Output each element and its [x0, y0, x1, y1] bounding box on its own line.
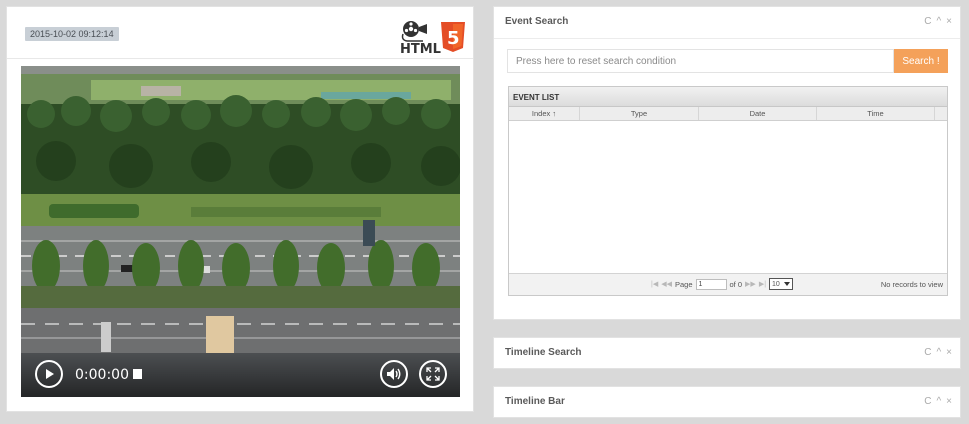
records-status: No records to view: [880, 280, 943, 289]
column-header-type[interactable]: Type: [580, 107, 699, 120]
close-icon[interactable]: ×: [946, 396, 952, 408]
grid-pager: |◀ ◀◀ Page of 0 ▶▶ ▶| 10 No records to v…: [509, 273, 947, 295]
column-header-time[interactable]: Time: [817, 107, 935, 120]
html5-logo-text: HTML: [400, 42, 441, 56]
fullscreen-button[interactable]: [419, 360, 447, 388]
page-label: Page: [674, 279, 693, 289]
volume-icon: [387, 368, 401, 380]
close-icon[interactable]: ×: [946, 347, 952, 359]
grid-body: [509, 121, 947, 271]
grid-header: Index ↑ Type Date Time: [509, 107, 947, 121]
event-search-panel: Event Search C ^ × Search ! EVENT LIST I…: [493, 6, 961, 320]
collapse-icon[interactable]: ^: [936, 396, 941, 408]
pager-nav: |◀ ◀◀ Page of 0 ▶▶ ▶| 10: [651, 278, 794, 290]
panel-tools: C ^ ×: [924, 396, 952, 408]
fullscreen-icon: [426, 367, 440, 381]
grid-caption: EVENT LIST: [509, 87, 947, 107]
refresh-icon[interactable]: C: [924, 396, 931, 408]
chevron-down-icon: [784, 282, 791, 286]
panel-title: Timeline Search: [505, 347, 582, 358]
seek-thumb[interactable]: [133, 369, 142, 379]
film-reel-icon: [401, 21, 427, 42]
column-header-spacer: [935, 107, 947, 120]
refresh-icon[interactable]: C: [924, 347, 931, 359]
play-button[interactable]: [35, 360, 63, 388]
video-viewport[interactable]: 0:00:00: [21, 66, 460, 397]
panel-header[interactable]: Timeline Search C ^ ×: [494, 338, 960, 370]
event-list-grid: EVENT LIST Index ↑ Type Date Time |◀ ◀◀ …: [508, 86, 948, 296]
panel-title: Timeline Bar: [505, 396, 565, 407]
camera-scene: [21, 66, 460, 397]
column-header-index[interactable]: Index ↑: [509, 107, 580, 120]
panel-divider: [7, 58, 473, 59]
collapse-icon[interactable]: ^: [936, 347, 941, 359]
panel-title: Event Search: [505, 16, 569, 27]
current-time: 0:00:00: [75, 367, 129, 383]
search-row: Search !: [507, 49, 948, 73]
video-player-panel: 2015-10-02 09:12:14 HTML 5 0:00:00: [6, 6, 474, 412]
timeline-search-panel: Timeline Search C ^ ×: [493, 337, 961, 369]
refresh-icon[interactable]: C: [924, 16, 931, 28]
collapse-icon[interactable]: ^: [936, 16, 941, 28]
page-size-select[interactable]: 10: [769, 278, 794, 290]
html5-logo-badge: 5: [447, 28, 460, 49]
next-page-icon[interactable]: ▶▶: [745, 280, 756, 288]
search-button[interactable]: Search !: [894, 49, 948, 73]
search-input[interactable]: [507, 49, 894, 73]
play-icon: [46, 369, 54, 379]
volume-button[interactable]: [380, 360, 408, 388]
seek-slider[interactable]: [133, 369, 363, 379]
first-page-icon[interactable]: |◀: [651, 280, 658, 288]
column-header-date[interactable]: Date: [699, 107, 817, 120]
last-page-icon[interactable]: ▶|: [759, 280, 766, 288]
html5-logo: HTML 5: [397, 18, 467, 57]
panel-header[interactable]: Timeline Bar C ^ ×: [494, 387, 960, 419]
panel-header: Event Search C ^ ×: [494, 7, 960, 39]
panel-tools: C ^ ×: [924, 347, 952, 359]
page-count: of 0: [729, 279, 743, 289]
page-number-input[interactable]: [695, 278, 727, 290]
panel-tools: C ^ ×: [924, 16, 952, 28]
prev-page-icon[interactable]: ◀◀: [661, 280, 672, 288]
page-size-value: 10: [772, 280, 780, 288]
player-controls: 0:00:00: [21, 353, 460, 397]
timestamp-badge: 2015-10-02 09:12:14: [25, 27, 119, 41]
timeline-bar-panel: Timeline Bar C ^ ×: [493, 386, 961, 418]
close-icon[interactable]: ×: [946, 16, 952, 28]
